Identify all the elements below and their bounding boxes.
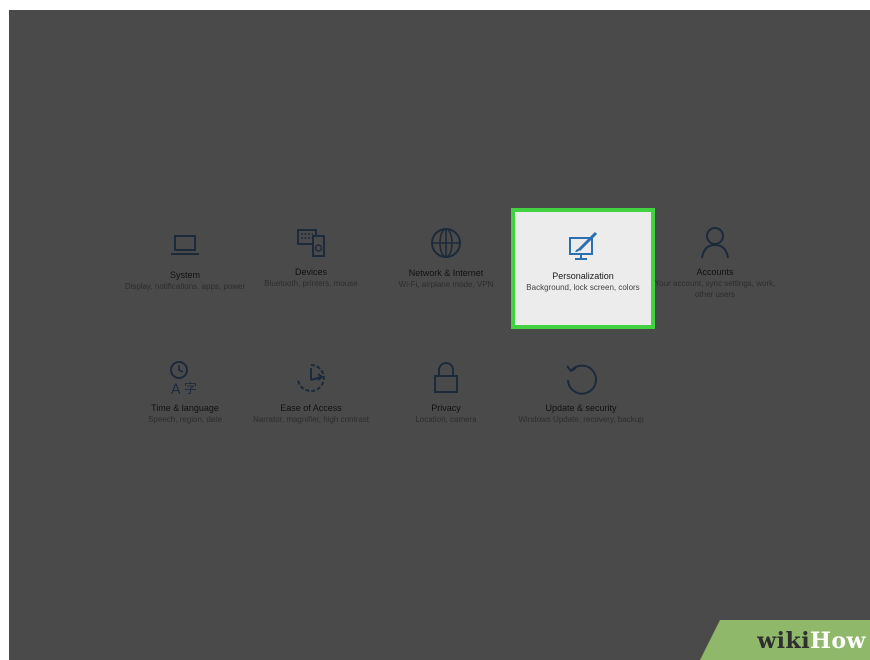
- tile-description: Windows Update, recovery, backup: [518, 415, 644, 424]
- tile-system[interactable]: System Display, notifications, apps, pow…: [115, 225, 255, 292]
- tile-title: Network & Internet: [408, 268, 484, 278]
- tile-network[interactable]: Network & Internet Wi-Fi, airplane mode,…: [376, 223, 516, 290]
- svg-text:A: A: [171, 382, 181, 398]
- tile-description: Narrator, magnifier, high contrast: [252, 415, 370, 424]
- tile-description: Display, notifications, apps, power: [124, 282, 246, 291]
- tile-title: Ease of Access: [280, 403, 342, 413]
- watermark-logo-text: wikiHow: [757, 628, 866, 654]
- tile-time-language[interactable]: A 字 Time & language Speech, region, date: [115, 358, 255, 425]
- settings-window: System Display, notifications, apps, pow…: [9, 10, 870, 660]
- globe-icon: [431, 228, 461, 258]
- tile-description: Location, camera: [415, 415, 477, 424]
- tile-ease-of-access[interactable]: Ease of Access Narrator, magnifier, high…: [241, 358, 381, 425]
- refresh-icon: [566, 364, 597, 395]
- tile-devices[interactable]: Devices Bluetooth, printers, mouse: [241, 222, 381, 289]
- svg-text:字: 字: [184, 382, 197, 397]
- tile-title: Devices: [294, 267, 327, 277]
- ease-of-access-icon: [297, 364, 325, 392]
- person-icon: [701, 227, 729, 259]
- tile-description: Speech, region, date: [148, 415, 222, 424]
- tile-title: Privacy: [431, 403, 461, 413]
- laptop-icon: [171, 235, 199, 255]
- tile-accounts[interactable]: Accounts Your account, sync settings, wo…: [645, 222, 785, 300]
- tile-description: Bluetooth, printers, mouse: [264, 279, 358, 288]
- tile-title: Accounts: [696, 267, 734, 277]
- tile-title: System: [169, 270, 200, 280]
- tile-update-security[interactable]: Update & security Windows Update, recove…: [511, 358, 651, 425]
- paintbrush-monitor-icon: [569, 231, 598, 260]
- tile-title: Update & security: [545, 403, 617, 413]
- tile-description: Background, lock screen, colors: [526, 283, 640, 292]
- tile-personalization[interactable]: Personalization Background, lock screen,…: [511, 208, 655, 329]
- lock-icon: [434, 362, 458, 393]
- wikihow-watermark: wikiHow: [700, 620, 870, 660]
- keyboard-devices-icon: [297, 229, 325, 257]
- watermark-how: How: [810, 628, 866, 654]
- tile-title: Personalization: [552, 271, 614, 281]
- tile-title: Time & language: [151, 403, 219, 413]
- clock-language-icon: A 字: [170, 361, 197, 398]
- watermark-wiki: wiki: [757, 628, 811, 654]
- tile-description: Your account, sync settings, work, other…: [654, 279, 776, 299]
- tile-privacy[interactable]: Privacy Location, camera: [376, 358, 516, 425]
- tile-description: Wi-Fi, airplane mode, VPN: [398, 280, 494, 289]
